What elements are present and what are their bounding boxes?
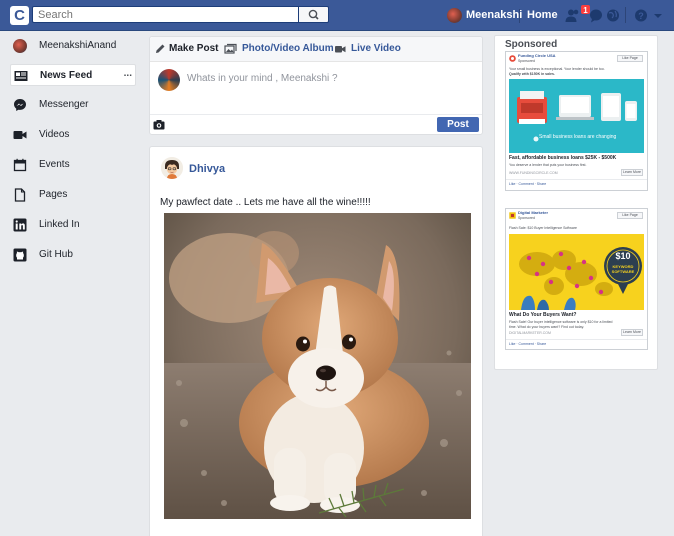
newsfeed-icon xyxy=(14,71,28,81)
calendar-icon xyxy=(13,158,27,172)
linkedin-icon xyxy=(13,218,27,232)
search-input[interactable] xyxy=(32,6,299,23)
corgi-puppy-photo[interactable] xyxy=(164,213,471,519)
advertiser-name[interactable]: Digital Marketer xyxy=(518,210,548,216)
ad-body: Qualify with $150K in sales. xyxy=(509,72,555,76)
sidebar-item-videos[interactable]: Videos xyxy=(10,124,136,146)
cartoon-avatar-icon xyxy=(161,157,183,179)
sidebar-item-label: News Feed xyxy=(40,70,93,81)
video-camera-icon xyxy=(13,131,27,139)
ad-image-caption: Small business loans are changing xyxy=(539,134,617,140)
sidebar-item-label: Git Hub xyxy=(39,249,73,260)
ad-actions[interactable]: Like · Comment · Share xyxy=(509,342,546,347)
video-camera-icon xyxy=(335,46,346,53)
nav-divider xyxy=(625,7,626,23)
status-input[interactable]: Whats in your mind , Meenakshi ? xyxy=(187,73,338,84)
sponsored-ad[interactable]: Digital Marketer Sponsored Like Page Fla… xyxy=(505,208,648,350)
user-avatar[interactable] xyxy=(447,8,462,23)
nav-divider xyxy=(519,9,520,23)
svg-text:?: ? xyxy=(638,11,644,21)
sidebar-item-label: Linked In xyxy=(39,219,80,230)
more-options-button[interactable]: ... xyxy=(124,68,132,79)
chevron-down-icon[interactable] xyxy=(650,8,666,23)
avatar xyxy=(158,69,180,91)
ad-badge-price: $10 xyxy=(615,251,631,261)
site-logo[interactable]: C xyxy=(10,6,29,25)
tab-make-post[interactable]: Make Post xyxy=(169,43,218,54)
ad-meta: Sponsored xyxy=(518,59,535,63)
sidebar-item-git-hub[interactable]: Git Hub xyxy=(10,244,136,266)
sidebar-item-label: MeenakshiAnand xyxy=(39,40,117,51)
sidebar-item-label: Videos xyxy=(39,129,70,140)
divider xyxy=(506,339,647,340)
tab-photo-video-album[interactable]: Photo/Video Album xyxy=(242,43,334,54)
advertiser-logo-icon xyxy=(509,55,516,62)
ad-headline[interactable]: What Do Your Buyers Want? xyxy=(509,313,576,318)
post-text: My pawfect date .. Lets me have all the … xyxy=(160,197,371,208)
ad-actions[interactable]: Like · Comment · Share xyxy=(509,182,546,187)
sidebar-item-events[interactable]: Events xyxy=(10,154,136,176)
sidebar-item-profile[interactable]: MeenakshiAnand xyxy=(10,35,136,57)
avatar xyxy=(13,39,27,53)
sidebar-item-label: Messenger xyxy=(39,99,89,110)
globe-icon[interactable] xyxy=(605,8,621,23)
post-button[interactable]: Post xyxy=(437,117,479,132)
search-button[interactable] xyxy=(299,6,329,23)
ad-url[interactable]: DIGITALMARKETER.COM xyxy=(509,331,551,336)
sponsored-panel: Sponsored Funding Circle USA Sponsored L… xyxy=(494,35,658,370)
ad-image: $10 KEYWORD SOFTWARE xyxy=(509,234,644,310)
advertiser-name[interactable]: Funding Circle USA xyxy=(518,53,556,59)
avatar[interactable] xyxy=(161,157,183,179)
learn-more-button[interactable]: Learn More xyxy=(621,169,643,176)
tab-live-video[interactable]: Live Video xyxy=(351,43,401,54)
ad-headline[interactable]: Fast, affordable business loans $25K - $… xyxy=(509,156,616,161)
sidebar-item-label: Events xyxy=(39,159,70,170)
ad-badge-text: SOFTWARE xyxy=(611,269,635,274)
github-icon xyxy=(13,248,27,262)
ad-body: Flash Sale: $10 Buyer Intelligence Softw… xyxy=(509,226,577,230)
document-icon xyxy=(14,188,26,202)
post-author-link[interactable]: Dhivya xyxy=(189,163,225,175)
profile-link[interactable]: Meenakshi xyxy=(466,9,522,21)
sponsored-title: Sponsored xyxy=(505,39,558,50)
ad-image: Small business loans are changing xyxy=(509,79,644,153)
help-icon[interactable]: ? xyxy=(633,8,649,23)
sidebar-item-pages[interactable]: Pages xyxy=(10,184,136,206)
advertiser-logo-icon xyxy=(509,212,516,219)
sidebar-item-messenger[interactable]: Messenger xyxy=(10,94,136,116)
top-navigation-bar: C Meenakshi Home 1 ? xyxy=(0,0,674,31)
sidebar-item-label: Pages xyxy=(39,189,68,200)
sidebar-item-news-feed[interactable]: News Feed ... xyxy=(10,64,136,86)
sidebar-item-linked-in[interactable]: Linked In xyxy=(10,214,136,236)
composer-tabs: Make Post Photo/Video Album Live Video xyxy=(150,37,482,62)
ad-url[interactable]: WWW.FUNDINGCIRCLE.COM xyxy=(509,171,558,176)
messages-icon[interactable] xyxy=(588,8,604,23)
ad-description: You deserve a lender that puts your busi… xyxy=(509,163,587,167)
search-icon xyxy=(308,9,319,20)
post-composer: Make Post Photo/Video Album Live Video W… xyxy=(149,36,483,135)
divider xyxy=(506,179,647,180)
like-page-button[interactable]: Like Page xyxy=(617,212,643,219)
feed-post: Dhivya My pawfect date .. Lets me have a… xyxy=(149,146,483,536)
ad-meta: Sponsored xyxy=(518,216,535,220)
home-link[interactable]: Home xyxy=(527,9,558,21)
composer-footer: Post xyxy=(150,114,482,134)
sponsored-ad[interactable]: Funding Circle USA Sponsored Like Page Y… xyxy=(505,51,648,191)
ad-body: Your small business is exceptional. Your… xyxy=(509,67,605,71)
friend-requests-icon[interactable] xyxy=(565,8,581,23)
learn-more-button[interactable]: Learn More xyxy=(621,329,643,336)
photo-album-icon xyxy=(224,43,237,54)
like-page-button[interactable]: Like Page xyxy=(617,55,643,62)
pencil-icon xyxy=(156,44,165,53)
messenger-icon xyxy=(14,99,26,111)
ad-description: Flash Sale! Our buyer intelligence softw… xyxy=(509,320,613,329)
camera-icon[interactable] xyxy=(153,119,165,130)
